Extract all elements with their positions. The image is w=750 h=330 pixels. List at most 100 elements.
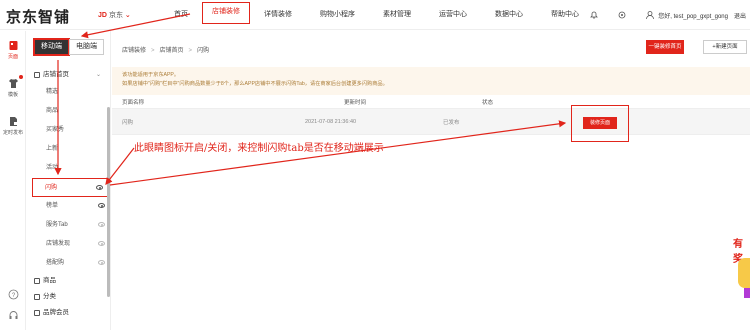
logo[interactable]: 京东智铺 <box>6 6 70 27</box>
menu-item-bundle[interactable]: 搭配购 <box>26 254 111 273</box>
breadcrumb-current: 闪购 <box>197 48 210 54</box>
notification-dot <box>19 75 23 79</box>
chevron-down-icon: ⌄ <box>95 72 101 78</box>
nav-shop-decoration[interactable]: 店铺装修 <box>202 2 250 24</box>
nav-assets[interactable]: 素材管理 <box>369 0 425 30</box>
bell-icon[interactable] <box>589 10 599 20</box>
menu-group-brand-member[interactable]: 品牌会员 <box>26 305 111 321</box>
menu-item-label: 服务Tab <box>46 222 68 228</box>
menu-item-label: 上新 <box>46 146 59 152</box>
menu-item-new-arrivals[interactable]: 上新 <box>26 140 111 159</box>
menu-item-label: 活动 <box>46 165 59 171</box>
new-page-button[interactable]: +新建页面 <box>703 40 747 54</box>
rail-bottom: ? <box>0 289 26 323</box>
user-area: 您好, test_pop_gxpt_gong 退出 <box>580 0 746 30</box>
breadcrumb-separator: > <box>151 48 155 54</box>
tab-desktop[interactable]: 电脑端 <box>69 39 104 55</box>
jd-logo: JD <box>98 12 107 19</box>
eye-icon[interactable] <box>98 222 105 227</box>
doc-icon <box>9 117 17 126</box>
menu-group-category[interactable]: 分类 <box>26 289 111 305</box>
menu-item-label: 商品 <box>46 108 59 114</box>
rail-item-template[interactable]: 模板 <box>0 69 26 107</box>
notice-banner: 该功能适用于京东APP。 如果店铺中"闪购"栏目中"闪购商品数量少于8个，那么A… <box>112 67 750 95</box>
page-panel: 移动端 电脑端 店铺首页 ⌄ 精选 商品 买家秀 上新 活动 闪购 榜单 服务T… <box>26 31 111 330</box>
notice-line: 该功能适用于京东APP。 <box>122 72 180 78</box>
user-icon <box>646 11 655 20</box>
decorate-page-button[interactable]: 装修页面 <box>583 117 617 129</box>
rail-item-page[interactable]: 页面 <box>0 31 26 69</box>
breadcrumb-item[interactable]: 店铺装修 <box>122 48 146 54</box>
menu-item-rankings[interactable]: 榜单 <box>26 197 111 216</box>
folder-icon <box>34 278 40 284</box>
menu-item-flash-sale[interactable]: 闪购 <box>32 178 110 197</box>
nav-operations[interactable]: 运营中心 <box>425 0 481 30</box>
menu-group-goods[interactable]: 商品 <box>26 273 111 289</box>
menu-item-activities[interactable]: 活动 <box>26 159 111 178</box>
help-icon[interactable]: ? <box>8 289 19 300</box>
menu-item-products[interactable]: 商品 <box>26 102 111 121</box>
annotation-text: 此眼睛图标开启/关闭，来控制闪购tab是否在移动端展示 <box>134 143 384 154</box>
eye-icon[interactable] <box>98 260 105 265</box>
menu-item-label: 闪购 <box>45 185 58 191</box>
col-update-time: 更新时间 <box>344 99 367 106</box>
nav-data[interactable]: 数据中心 <box>481 0 537 30</box>
pages-table: 页面名称 更新时间 状态 闪购 2021-07-08 21:36:40 已发布 <box>112 95 750 135</box>
menu-item-label: 榜单 <box>46 203 59 209</box>
eye-icon[interactable] <box>96 185 103 190</box>
menu-group-label: 商品 <box>43 277 56 284</box>
menu-item-service-tab[interactable]: 服务Tab <box>26 216 111 235</box>
store-switcher[interactable]: JD 京东 ⌄ <box>98 10 131 20</box>
device-tabs: 移动端 电脑端 <box>33 38 104 56</box>
menu-item-label: 店铺发现 <box>46 241 71 247</box>
col-page-name: 页面名称 <box>122 99 145 106</box>
rail-label-template: 模板 <box>7 92 18 98</box>
col-status: 状态 <box>482 99 494 106</box>
cell-status: 已发布 <box>443 119 460 126</box>
headset-icon[interactable] <box>8 310 19 321</box>
nav-mini-program[interactable]: 购物小程序 <box>306 0 369 30</box>
svg-text:?: ? <box>11 293 15 299</box>
menu-item-label: 精选 <box>46 89 59 95</box>
rail-label-page: 页面 <box>7 54 18 60</box>
menu-item-buyer-show[interactable]: 买家秀 <box>26 121 111 140</box>
shirt-icon <box>8 79 18 88</box>
menu-item-shop-discover[interactable]: 店铺发现 <box>26 235 111 254</box>
table-row: 闪购 2021-07-08 21:36:40 已发布 <box>112 109 750 135</box>
breadcrumb-item[interactable]: 店铺首页 <box>160 48 184 54</box>
menu-group-shop-home[interactable]: 店铺首页 ⌄ <box>26 67 111 83</box>
rail-item-scheduled[interactable]: 定时发布 <box>0 107 26 145</box>
eye-icon[interactable] <box>98 203 105 208</box>
store-name: 京东 <box>108 12 123 19</box>
promo-graphic[interactable] <box>738 258 750 288</box>
table-header: 页面名称 更新时间 状态 <box>112 95 750 109</box>
promo-graphic <box>744 288 750 298</box>
panel-scrollbar[interactable] <box>107 107 110 297</box>
gear-icon[interactable] <box>617 10 627 20</box>
eye-icon[interactable] <box>98 241 105 246</box>
folder-icon <box>34 72 40 78</box>
notice-line: 如果店铺中"闪购"栏目中"闪购商品数量少于8个，那么APP店铺中不展示闪购Tab… <box>122 81 388 87</box>
icon-rail: 页面 模板 定时发布 ? <box>0 31 26 330</box>
breadcrumb-separator: > <box>188 48 193 54</box>
breadcrumb: 店铺装修 > 店铺首页 > 闪购 <box>122 45 209 54</box>
menu-item-label: 买家秀 <box>46 127 65 133</box>
cell-page-name: 闪购 <box>122 119 134 126</box>
tab-mobile[interactable]: 移动端 <box>33 38 70 56</box>
menu-item-featured[interactable]: 精选 <box>26 83 111 102</box>
menu-group-label: 品牌会员 <box>43 309 69 316</box>
menu-group-label: 店铺首页 <box>43 71 69 78</box>
page-icon <box>9 41 17 50</box>
nav-home[interactable]: 首页 <box>160 0 202 30</box>
folder-icon <box>34 294 40 300</box>
rail-label-scheduled: 定时发布 <box>2 130 23 136</box>
nav-detail-decoration[interactable]: 详情装修 <box>250 0 306 30</box>
one-click-decorate-button[interactable]: 一键装修首页 <box>646 40 684 54</box>
top-header: 京东智铺 JD 京东 ⌄ 首页 店铺装修 详情装修 购物小程序 素材管理 运营中心… <box>0 0 750 30</box>
page-menu: 店铺首页 ⌄ 精选 商品 买家秀 上新 活动 闪购 榜单 服务Tab 店铺发现 … <box>26 67 111 321</box>
menu-item-label: 搭配购 <box>46 260 65 266</box>
chevron-down-icon: ⌄ <box>124 12 131 19</box>
logout-link[interactable]: 退出 <box>734 11 746 20</box>
cell-update-time: 2021-07-08 21:36:40 <box>305 118 357 125</box>
menu-group-label: 分类 <box>43 293 56 300</box>
